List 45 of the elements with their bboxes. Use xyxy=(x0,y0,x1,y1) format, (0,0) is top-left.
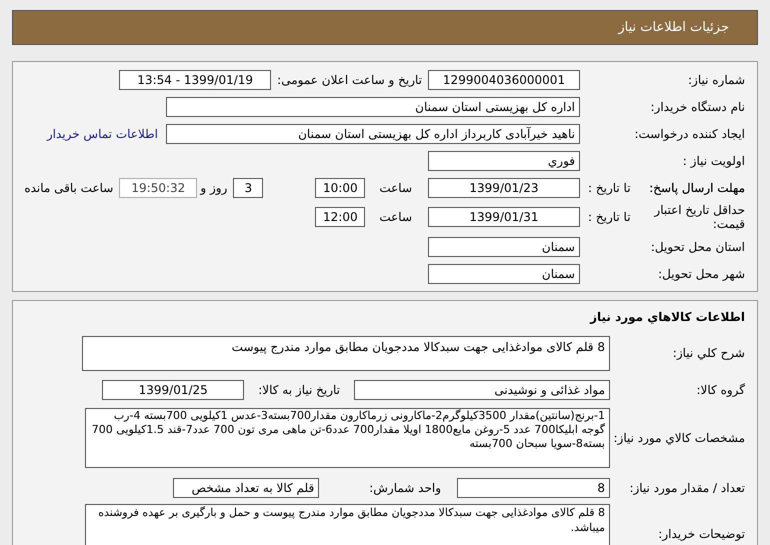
field-label: شرح کلي نياز: xyxy=(672,345,745,362)
field-label: روز و xyxy=(200,180,228,196)
field-label: تاريخ نياز به کالا: xyxy=(258,382,340,399)
value-field: 8 قلم کالای موادغذایی جهت سبدکالا مددجویان مطابق موارد مندرج پیوست xyxy=(82,336,610,370)
value-field: 1-برنج(سانتین)مقدار 3500کیلوگرم2-ماکارونی زرماکارون مقدار700بسته3-عدس 1کیلویی 700بسته 4-رب گوجه ابلیکا700 عدد 5-روغن مایع1800 اویلا مقدار700 عدد6-تن ماهی مری تون 700 عدد7-قند 1.5کیلویی 700 بسته8-سویا سبحان 700بسته xyxy=(85,408,610,468)
field-label: تا تاریخ : xyxy=(588,209,631,226)
field-label: تا تاریخ : xyxy=(588,180,631,196)
field-label: تاریخ و ساعت اعلان عمومی: xyxy=(277,72,422,88)
field-label: ساعت xyxy=(379,209,412,226)
field-label: اولویت نیاز : xyxy=(682,152,745,170)
value-field: 1399/01/31 xyxy=(428,207,580,227)
value-field: سمنان xyxy=(428,264,580,284)
field-label: تعداد / مقدار مورد نیاز: xyxy=(629,480,745,496)
field-label: ساعت xyxy=(379,180,412,196)
value-field: فوري xyxy=(428,150,580,170)
section-title: اطلاعات کالاهاي مورد نياز xyxy=(590,309,745,326)
value-field: 12:00 xyxy=(315,207,366,227)
value-field: 10:00 xyxy=(315,178,366,198)
field-label: شماره نیاز: xyxy=(688,72,745,88)
field-label: واحد شمارش: xyxy=(369,480,441,496)
value-field: 1299004036000001 xyxy=(428,70,580,90)
value-field: قلم کالا به تعداد مشخص xyxy=(173,478,320,498)
field-label: شهر محل تحویل: xyxy=(658,266,745,282)
field-label: استان محل تحویل: xyxy=(650,238,745,256)
value-field: 1399/01/25 xyxy=(102,380,244,400)
field-label: گروه کالا: xyxy=(696,382,745,399)
value-field: 3 xyxy=(233,178,264,198)
buyer-contact-link[interactable]: اطلاعات تماس خریدار xyxy=(46,124,158,142)
value-field: 8 xyxy=(457,478,610,498)
value-field: 1399/01/23 xyxy=(428,178,580,198)
value-field: اداره کل بهزیستی استان سمنان xyxy=(166,96,580,116)
remaining-time-field: 19:50:32 xyxy=(119,178,198,198)
field-label: مشخصات کالاي مورد نياز: xyxy=(613,430,745,447)
value-field: ناهید خیرآبادی کاربرداز اداره کل بهزیستی استان سمنان xyxy=(166,124,580,144)
value-field: سمنان xyxy=(428,236,580,256)
page-title: جزئیات اطلاعات نیاز xyxy=(618,18,729,37)
field-label: ایجاد کننده درخواست: xyxy=(634,126,745,142)
field-label: مهلت ارسال پاسخ: xyxy=(649,180,745,196)
value-field: 8 قلم کالای موادغذایی جهت سبدکالا مددجویان مطابق موارد مندرج پیوست و حمل و بارگیری بر عهده فروشنده میباشد. xyxy=(85,504,610,545)
value-field: 1399/01/19 - 13:54 xyxy=(119,70,272,90)
field-label: نام دستگاه خریدار: xyxy=(650,98,745,116)
value-field: مواد غذائی و نوشیدنی xyxy=(354,380,610,400)
field-label: توضیحات خریدار: xyxy=(658,526,745,543)
field-label: ساعت باقی مانده xyxy=(24,180,114,196)
field-label: حداقل تاریخ اعتبار قیمت: xyxy=(652,203,745,231)
